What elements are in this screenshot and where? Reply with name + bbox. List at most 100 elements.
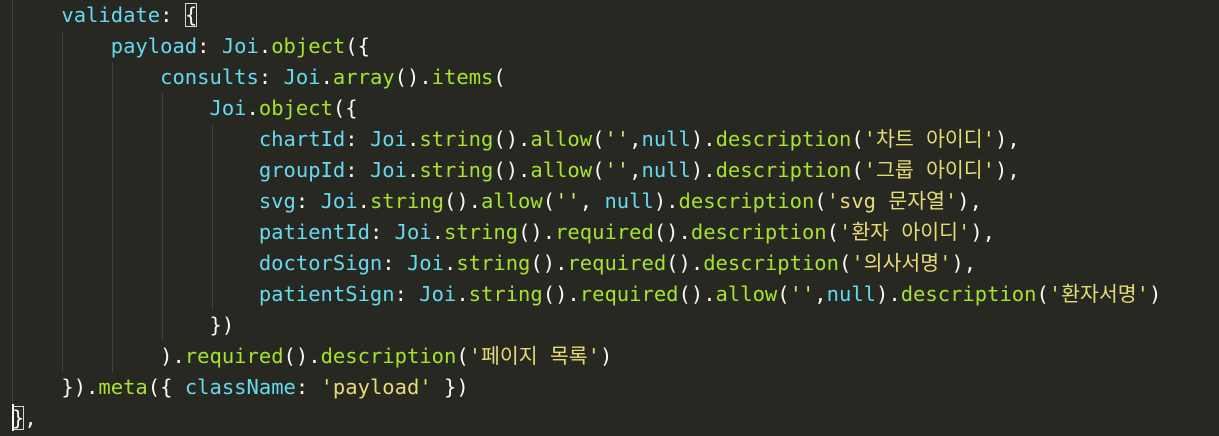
code-token: string [468,282,543,306]
code-line[interactable]: }).meta({ className: 'payload' }) [12,372,469,403]
code-line[interactable]: consults: Joi.array().items( [12,62,506,93]
code-token: : [345,158,370,182]
code-token: null [641,158,691,182]
code-token: . [406,127,420,151]
bracket-match: { [184,3,198,27]
code-token: required [579,282,679,306]
code-line[interactable]: }) [12,310,234,341]
code-token: ({ [147,375,185,399]
code-token: (). [542,282,580,306]
code-token: (). [678,282,716,306]
code-token: ( [838,251,852,275]
code-token: ( [592,158,605,182]
code-line[interactable]: svg: Joi.string().allow('', null).descri… [12,186,982,217]
code-token: ) [1148,282,1162,306]
code-line[interactable]: chartId: Joi.string().allow('',null).des… [12,124,1020,155]
code-editor[interactable]: validate: { payload: Joi.object({ consul… [0,0,1219,436]
code-token: (). [653,220,691,244]
code-token: : [160,3,185,27]
code-token: ). [160,344,185,368]
code-token: : [295,189,321,213]
code-token: Joi [419,282,457,306]
code-token: . [431,220,444,244]
code-line[interactable]: doctorSign: Joi.string().required().desc… [12,248,976,279]
code-token: ) [600,344,613,368]
code-token: ). [876,282,901,306]
code-token: (). [518,220,556,244]
code-token: '환자 아이디' [838,220,971,244]
code-token: (). [493,127,531,151]
code-token: description [715,127,852,151]
code-token: '' [604,158,630,182]
code-token: . [258,34,272,58]
code-token: Joi [406,251,444,275]
code-token: string [369,189,444,213]
code-token: svg [258,189,296,213]
code-token: description [900,282,1037,306]
code-token: ), [970,220,995,244]
code-token: null [641,127,691,151]
code-token: patientSign [258,282,395,306]
code-line[interactable]: validate: { [12,0,198,31]
code-line[interactable]: payload: Joi.object({ [12,31,370,62]
code-token: object [271,34,346,58]
code-token: chartId [258,127,346,151]
code-token: '의사서명' [851,251,952,275]
code-line[interactable]: patientSign: Joi.string().required().all… [12,279,1161,310]
code-token: (). [444,189,482,213]
code-token: '그룹 아이디' [863,158,995,182]
code-line[interactable]: ).required().description('페이지 목록') [12,341,612,372]
code-token: allow [530,158,593,182]
code-token: , [24,406,37,430]
code-token: string [456,251,531,275]
code-token: description [678,189,815,213]
code-token: '차트 아이디' [863,127,995,151]
code-token: '' [604,127,630,151]
code-token: required [184,344,284,368]
code-token: string [419,158,494,182]
code-line[interactable]: Joi.object({ [12,93,358,124]
code-token: ( [592,127,605,151]
code-token: payload [110,34,198,58]
code-line[interactable]: patientId: Joi.string().required().descr… [12,217,995,248]
code-token: description [690,220,827,244]
code-token: items [431,65,494,89]
code-token: . [406,158,420,182]
code-token: Joi [283,65,321,89]
code-token: }) [431,375,469,399]
code-token: . [357,189,370,213]
code-token: description [715,158,852,182]
code-token: ). [653,189,679,213]
code-token: allow [481,189,543,213]
code-token: ), [995,158,1020,182]
text-cursor [12,404,14,431]
code-token: patientId [258,220,370,244]
code-token: doctorSign [258,251,383,275]
code-token: . [456,282,469,306]
code-token: ({ [332,96,358,120]
code-token: Joi [209,96,247,120]
code-token: , [579,189,605,213]
code-token: Joi [221,34,259,58]
code-line[interactable]: }, [12,403,37,434]
code-token: : [394,282,420,306]
code-token: , [629,127,642,151]
code-token: string [444,220,519,244]
code-token: null [826,282,877,306]
code-token: : [382,251,407,275]
code-token: ), [995,127,1020,151]
code-token: null [604,189,654,213]
code-line[interactable]: groupId: Joi.string().allow('',null).des… [12,155,1020,186]
code-token: ( [826,220,839,244]
code-token: ( [851,158,864,182]
code-token: '환자서명' [1048,282,1149,306]
